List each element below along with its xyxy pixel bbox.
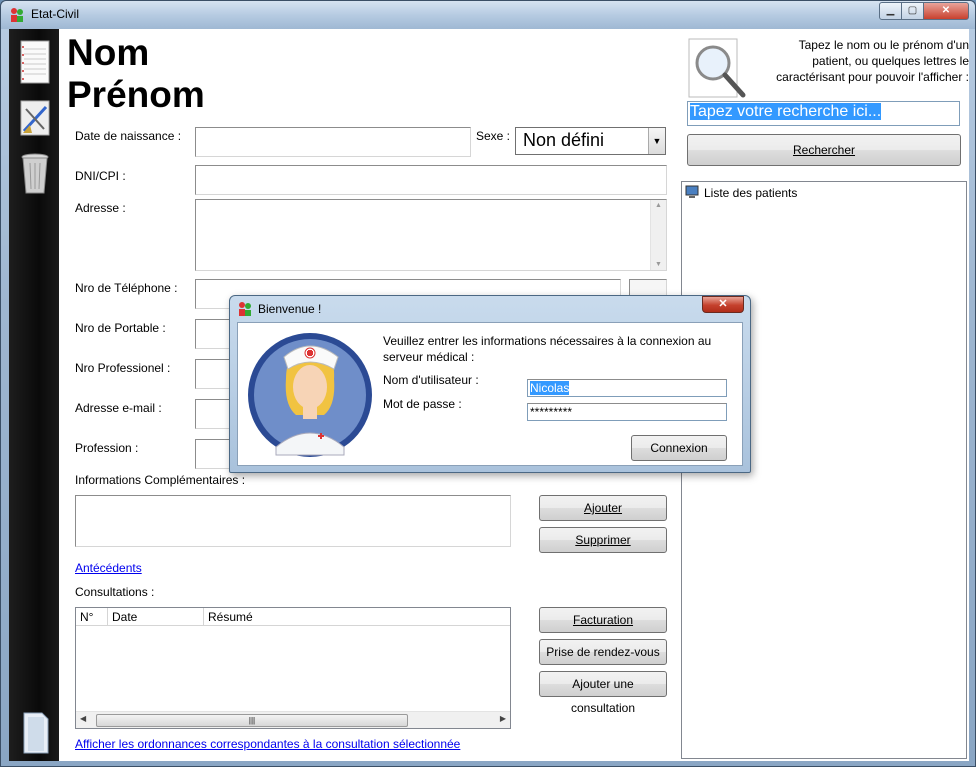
window-title: Etat-Civil: [31, 7, 80, 21]
dialog-close-button[interactable]: ✕: [702, 296, 744, 313]
date-naissance-label: Date de naissance :: [75, 129, 182, 143]
email-label: Adresse e-mail :: [75, 401, 162, 415]
document-icon[interactable]: [18, 709, 52, 755]
left-toolbar: [9, 29, 59, 761]
password-field[interactable]: *********: [527, 403, 727, 421]
consultations-header: N° Date Résumé: [76, 608, 510, 626]
consultations-hscrollbar[interactable]: ◀ ||| ▶: [76, 711, 510, 728]
minimize-button[interactable]: ▁: [879, 2, 902, 20]
dialog-body: Veuillez entrer les informations nécessa…: [237, 322, 743, 466]
profession-label: Profession :: [75, 441, 139, 455]
professionel-label: Nro Professionel :: [75, 361, 171, 375]
dialog-message: Veuillez entrer les informations nécessa…: [383, 334, 712, 364]
rendez-vous-button[interactable]: Prise de rendez-vous: [539, 639, 667, 665]
scroll-down-icon[interactable]: ▼: [651, 261, 666, 268]
close-button[interactable]: ✕: [923, 2, 969, 20]
chevron-down-icon[interactable]: ▼: [648, 128, 665, 154]
search-input[interactable]: Tapez votre recherche ici...: [687, 101, 960, 126]
scroll-thumb[interactable]: |||: [96, 714, 408, 727]
drawing-tools-icon[interactable]: [18, 95, 52, 141]
facturation-label: Facturation: [572, 613, 634, 627]
ajouter-button[interactable]: Ajouter: [539, 495, 667, 521]
patient-prenom: Prénom: [67, 74, 205, 115]
column-resume[interactable]: Résumé: [204, 608, 510, 626]
password-label: Mot de passe :: [383, 397, 462, 411]
rechercher-button[interactable]: Rechercher: [687, 134, 961, 166]
nurse-avatar-icon: [248, 333, 372, 457]
dni-field[interactable]: [195, 165, 667, 195]
date-naissance-field[interactable]: [195, 127, 471, 157]
ordonnances-link[interactable]: Afficher les ordonnances correspondantes…: [75, 737, 460, 751]
consultations-label: Consultations :: [75, 585, 155, 599]
search-help-text: Tapez le nom ou le prénom d'un patient, …: [776, 38, 969, 84]
ajouter-consultation-button[interactable]: Ajouter une consultation: [539, 671, 667, 715]
antecedents-link[interactable]: Antécédents: [75, 561, 142, 575]
adresse-label: Adresse :: [75, 201, 126, 215]
login-dialog: Bienvenue ! ✕ Veuillez entrer les inform…: [229, 295, 751, 473]
scroll-right-icon[interactable]: ▶: [500, 714, 506, 723]
infos-field[interactable]: [75, 495, 511, 547]
magnifier-icon: [688, 38, 746, 98]
title-bar[interactable]: Etat-Civil ▁ ▢ ✕: [1, 1, 975, 29]
username-field[interactable]: Nicolas: [527, 379, 727, 397]
sexe-value: Non défini: [523, 130, 605, 150]
supprimer-label: Supprimer: [575, 533, 631, 547]
main-window: Etat-Civil ▁ ▢ ✕ Nom Prénom Date de nais…: [0, 0, 976, 767]
password-value: *********: [530, 405, 573, 419]
telephone-label: Nro de Téléphone :: [75, 281, 178, 295]
patient-nom: Nom: [67, 32, 150, 73]
app-icon: [11, 8, 23, 22]
supprimer-button[interactable]: Supprimer: [539, 527, 667, 553]
dialog-title: Bienvenue !: [258, 302, 322, 316]
rendez-vous-label: Prise de rendez-vous: [546, 645, 660, 659]
portable-label: Nro de Portable :: [75, 321, 166, 335]
username-label: Nom d'utilisateur :: [383, 373, 479, 387]
ajouter-consultation-label: Ajouter une consultation: [570, 677, 636, 715]
trash-icon[interactable]: [18, 149, 52, 195]
ajouter-label: Ajouter: [583, 501, 623, 515]
sexe-label: Sexe :: [476, 129, 511, 143]
sexe-select[interactable]: Non défini ▼: [515, 127, 666, 155]
connexion-label: Connexion: [650, 441, 708, 455]
rechercher-label: Rechercher: [792, 143, 856, 157]
notebook-icon[interactable]: [18, 39, 52, 85]
column-date[interactable]: Date: [108, 608, 204, 626]
computer-icon: [685, 185, 699, 198]
tree-item-patients[interactable]: Liste des patients: [704, 186, 797, 200]
dni-label: DNI/CPI :: [75, 169, 126, 183]
facturation-button[interactable]: Facturation: [539, 607, 667, 633]
maximize-button[interactable]: ▢: [901, 2, 924, 20]
scroll-left-icon[interactable]: ◀: [80, 714, 86, 723]
adresse-scrollbar[interactable]: ▲ ▼: [650, 200, 666, 270]
adresse-field[interactable]: ▲ ▼: [195, 199, 667, 271]
username-value: Nicolas: [530, 381, 570, 395]
column-num[interactable]: N°: [76, 608, 108, 626]
consultations-list[interactable]: N° Date Résumé ◀ ||| ▶: [75, 607, 511, 729]
connexion-button[interactable]: Connexion: [631, 435, 727, 461]
infos-label: Informations Complémentaires :: [75, 473, 246, 487]
app-icon: [239, 302, 251, 316]
scroll-up-icon[interactable]: ▲: [651, 202, 666, 209]
search-input-value: Tapez votre recherche ici...: [690, 103, 882, 120]
